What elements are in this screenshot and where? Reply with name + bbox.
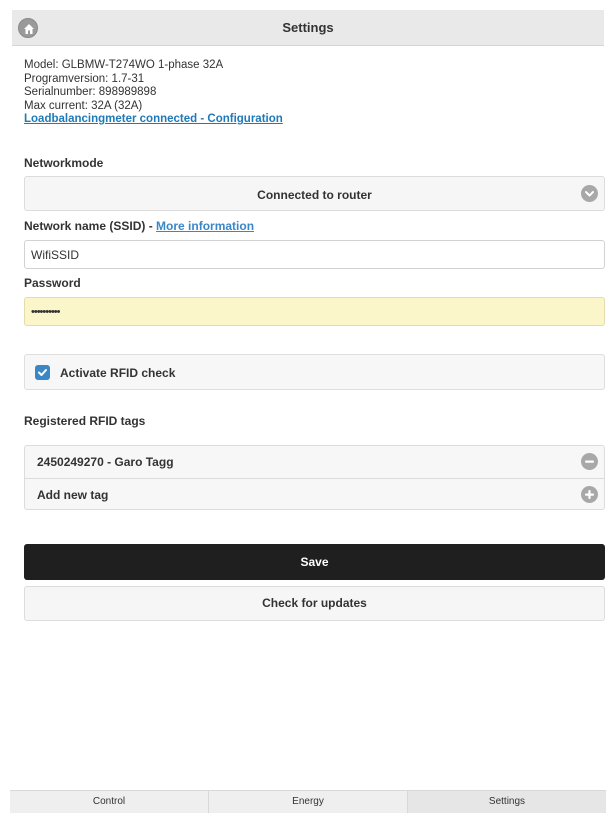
password-input[interactable] bbox=[24, 297, 605, 326]
rfid-check-label: Activate RFID check bbox=[60, 366, 176, 380]
plus-icon[interactable] bbox=[581, 486, 598, 503]
rfid-tag-list: 2450249270 - Garo Tagg Add new tag bbox=[24, 445, 605, 510]
networkmode-label: Networkmode bbox=[24, 156, 104, 170]
ssid-label-row: Network name (SSID) - More information bbox=[24, 219, 254, 233]
more-information-link[interactable]: More information bbox=[156, 219, 254, 233]
ssid-label: Network name (SSID) - bbox=[24, 219, 153, 233]
max-current-text: Max current: 32A (32A) bbox=[24, 99, 143, 112]
page-title: Settings bbox=[282, 20, 334, 35]
bottom-tab-bar: Control Energy Settings bbox=[10, 790, 606, 813]
networkmode-selected-value: Connected to router bbox=[257, 188, 372, 202]
rfid-checkbox[interactable] bbox=[35, 365, 50, 380]
save-button[interactable]: Save bbox=[24, 544, 605, 580]
device-info: Model: GLBMW-T274WO 1-phase 32A Programv… bbox=[24, 59, 283, 127]
loadbalancing-config-link[interactable]: Loadbalancingmeter connected - Configura… bbox=[24, 113, 283, 125]
model-text: Model: GLBMW-T274WO 1-phase 32A bbox=[24, 59, 224, 71]
check-for-updates-button[interactable]: Check for updates bbox=[24, 586, 605, 621]
program-version-text: Programversion: 1.7-31 bbox=[24, 72, 145, 85]
registered-tags-label: Registered RFID tags bbox=[24, 414, 146, 428]
rfid-tag-label: 2450249270 - Garo Tagg bbox=[37, 455, 174, 469]
add-new-tag-label: Add new tag bbox=[37, 488, 109, 502]
serial-number-text: Serialnumber: 898989898 bbox=[24, 86, 157, 98]
tab-energy[interactable]: Energy bbox=[209, 791, 408, 813]
rfid-check-toggle[interactable]: Activate RFID check bbox=[24, 354, 605, 390]
networkmode-select[interactable]: Connected to router bbox=[24, 176, 605, 211]
password-label: Password bbox=[24, 276, 81, 290]
ssid-input[interactable] bbox=[24, 240, 605, 269]
minus-icon[interactable] bbox=[581, 453, 598, 470]
tab-control[interactable]: Control bbox=[10, 791, 209, 813]
rfid-tag-item[interactable]: 2450249270 - Garo Tagg bbox=[25, 446, 604, 477]
chevron-down-icon bbox=[581, 185, 598, 202]
add-new-tag-item[interactable]: Add new tag bbox=[25, 478, 604, 509]
header-bar: Settings bbox=[12, 10, 604, 46]
tab-settings[interactable]: Settings bbox=[408, 791, 606, 813]
